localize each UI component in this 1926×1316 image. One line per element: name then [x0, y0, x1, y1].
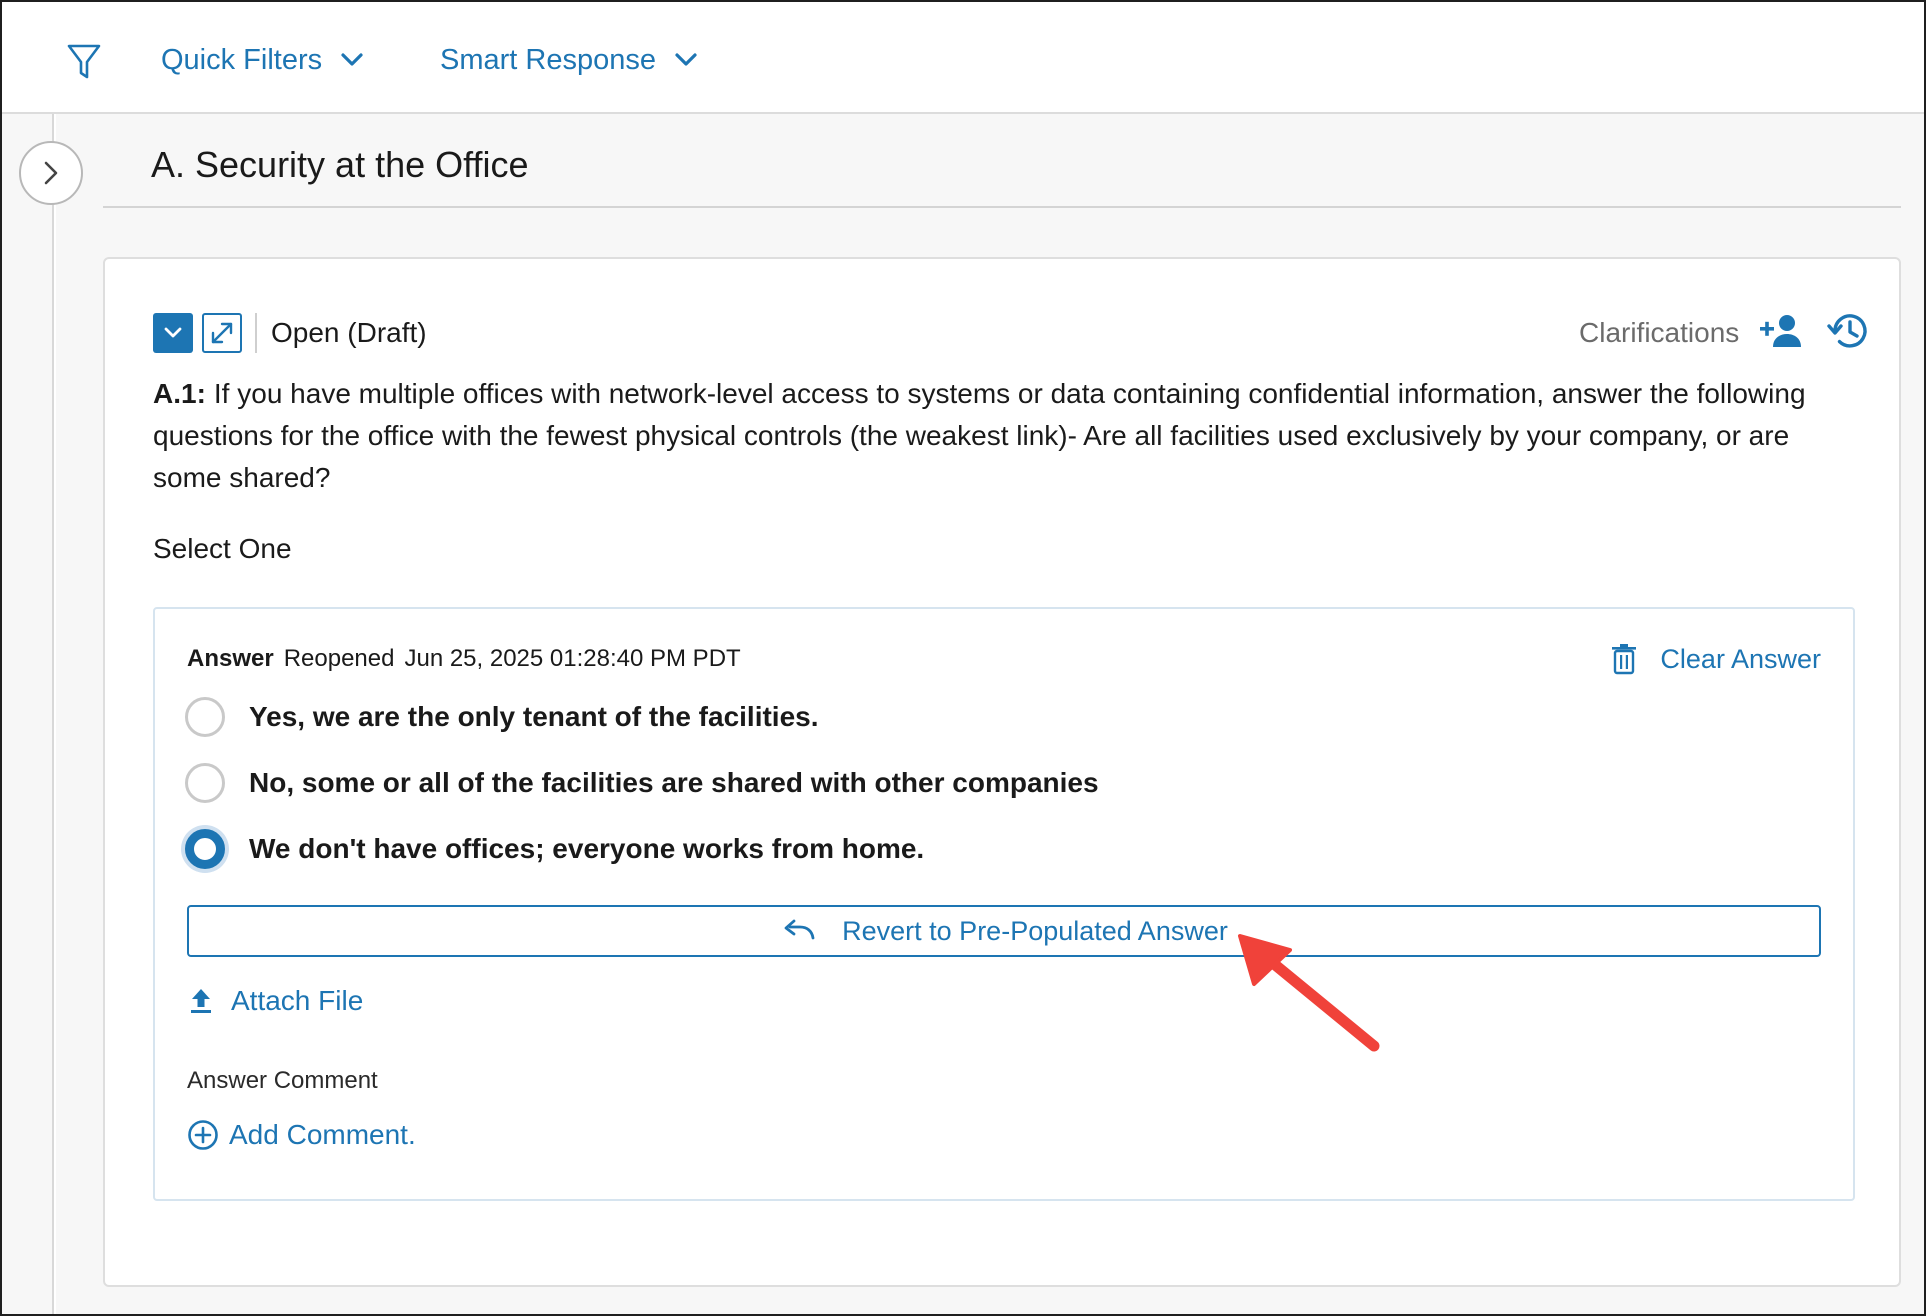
clarifications-link[interactable]: Clarifications [1579, 317, 1739, 349]
section-title: A. Security at the Office [151, 144, 529, 185]
radio-button[interactable] [185, 697, 225, 737]
rail-toggle-button[interactable] [19, 141, 83, 205]
section-divider [103, 206, 1901, 208]
answer-instruction: Select One [153, 533, 292, 564]
expand-button[interactable] [202, 313, 242, 353]
chevron-right-icon [44, 161, 58, 185]
answer-option-1[interactable]: Yes, we are the only tenant of the facil… [185, 697, 819, 737]
app-window: Quick Filters Smart Response A. Security… [0, 0, 1926, 1316]
radio-button-selected[interactable] [185, 829, 225, 869]
question-card: Open (Draft) Clarifications A.1: If you h… [103, 257, 1901, 1287]
attach-file-button[interactable]: Attach File [189, 985, 363, 1017]
trash-icon [1612, 644, 1637, 675]
add-person-icon[interactable] [1757, 311, 1803, 351]
answer-option-label: No, some or all of the facilities are sh… [249, 767, 1099, 798]
question-text: If you have multiple offices with networ… [153, 378, 1806, 493]
quick-filters-label: Quick Filters [161, 43, 323, 76]
expand-diagonal-icon [211, 322, 233, 344]
question-id: A.1: [153, 378, 206, 409]
clear-answer-label: Clear Answer [1660, 643, 1821, 674]
smart-response-label: Smart Response [440, 43, 656, 76]
revert-label: Revert to Pre-Populated Answer [842, 915, 1228, 946]
answer-label: Answer [187, 645, 274, 672]
left-rail [2, 114, 54, 1314]
chevron-down-icon [675, 53, 697, 66]
answer-option-label: We don't have offices; everyone works fr… [249, 833, 925, 864]
undo-icon [784, 919, 815, 940]
add-comment-label: Add Comment. [229, 1119, 416, 1150]
annotation-arrow-icon [1238, 934, 1380, 1052]
answer-comment-label: Answer Comment [187, 1067, 378, 1094]
question-text-block: A.1: If you have multiple offices with ne… [153, 373, 1853, 499]
answer-meta: Answer Reopened Jun 25, 2025 01:28:40 PM P… [187, 645, 741, 673]
answer-state: Reopened [283, 645, 395, 672]
upload-icon [191, 989, 211, 1013]
chevron-down-icon [341, 53, 363, 66]
funnel-icon[interactable] [66, 42, 102, 82]
revert-to-prepopulated-button[interactable]: Revert to Pre-Populated Answer [187, 905, 1821, 957]
answer-timestamp: Jun 25, 2025 01:28:40 PM PDT [404, 645, 741, 672]
main-content: A. Security at the Office Open (Draft) C… [56, 114, 1924, 1314]
question-status: Open (Draft) [271, 317, 427, 348]
plus-circle-icon [188, 1120, 218, 1150]
answer-option-3[interactable]: We don't have offices; everyone works fr… [185, 829, 924, 869]
status-divider [255, 313, 257, 353]
smart-response-dropdown[interactable]: Smart Response [440, 38, 698, 82]
chevron-down-icon [164, 327, 182, 338]
quick-filters-dropdown[interactable]: Quick Filters [161, 38, 364, 82]
answer-option-label: Yes, we are the only tenant of the facil… [249, 701, 819, 732]
radio-button[interactable] [185, 763, 225, 803]
answer-panel: Answer Reopened Jun 25, 2025 01:28:40 PM P… [153, 607, 1855, 1201]
history-icon[interactable] [1827, 309, 1871, 353]
collapse-button[interactable] [153, 313, 193, 353]
add-comment-button[interactable]: Add Comment. [187, 1119, 416, 1151]
answer-option-2[interactable]: No, some or all of the facilities are sh… [185, 763, 1099, 803]
top-toolbar: Quick Filters Smart Response [2, 2, 1924, 114]
clear-answer-button[interactable]: Clear Answer [1610, 643, 1821, 675]
attach-file-label: Attach File [231, 985, 364, 1016]
